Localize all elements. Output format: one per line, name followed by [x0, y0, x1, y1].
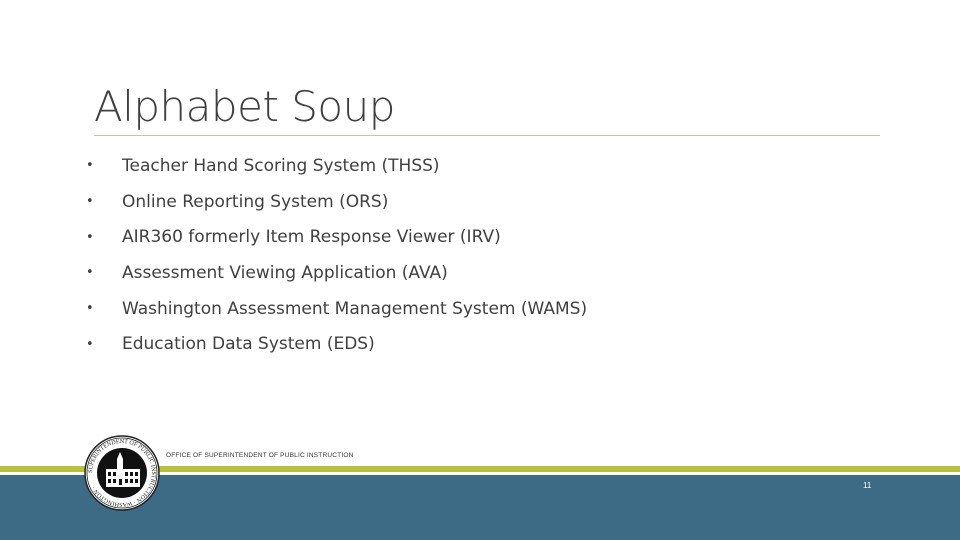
list-item: • Assessment Viewing Application (AVA) [86, 255, 587, 291]
bullet-icon: • [86, 194, 94, 210]
ospi-seal-logo: SUPERINTENDENT OF PUBLIC INSTRUCTION · W… [84, 435, 160, 511]
list-item: • AIR360 formerly Item Response Viewer (I… [86, 219, 587, 255]
list-item: • Education Data System (EDS) [86, 326, 587, 362]
bullet-icon: • [86, 301, 94, 317]
bullet-text: Teacher Hand Scoring System (THSS) [122, 155, 440, 176]
title-divider [94, 135, 880, 136]
list-item: • Washington Assessment Management System… [86, 291, 587, 327]
bullet-icon: • [86, 265, 94, 281]
list-item: • Online Reporting System (ORS) [86, 184, 587, 220]
bullet-text: Online Reporting System (ORS) [122, 191, 389, 212]
bullet-icon: • [86, 336, 94, 352]
bullet-icon: • [86, 229, 94, 245]
bullet-text: Education Data System (EDS) [122, 334, 375, 355]
bullet-text: Washington Assessment Management System … [122, 298, 588, 319]
bullet-icon: • [86, 158, 94, 174]
bullet-list: • Teacher Hand Scoring System (THSS) • Onl… [86, 148, 587, 362]
bullet-text: Assessment Viewing Application (AVA) [122, 262, 448, 283]
page-number: 11 [863, 481, 872, 490]
bullet-text: AIR360 formerly Item Response Viewer (IR… [122, 227, 501, 248]
slide-title: Alphabet Soup [94, 82, 395, 131]
list-item: • Teacher Hand Scoring System (THSS) [86, 148, 587, 184]
office-name: OFFICE OF SUPERINTENDENT OF PUBLIC INSTR… [166, 452, 354, 459]
